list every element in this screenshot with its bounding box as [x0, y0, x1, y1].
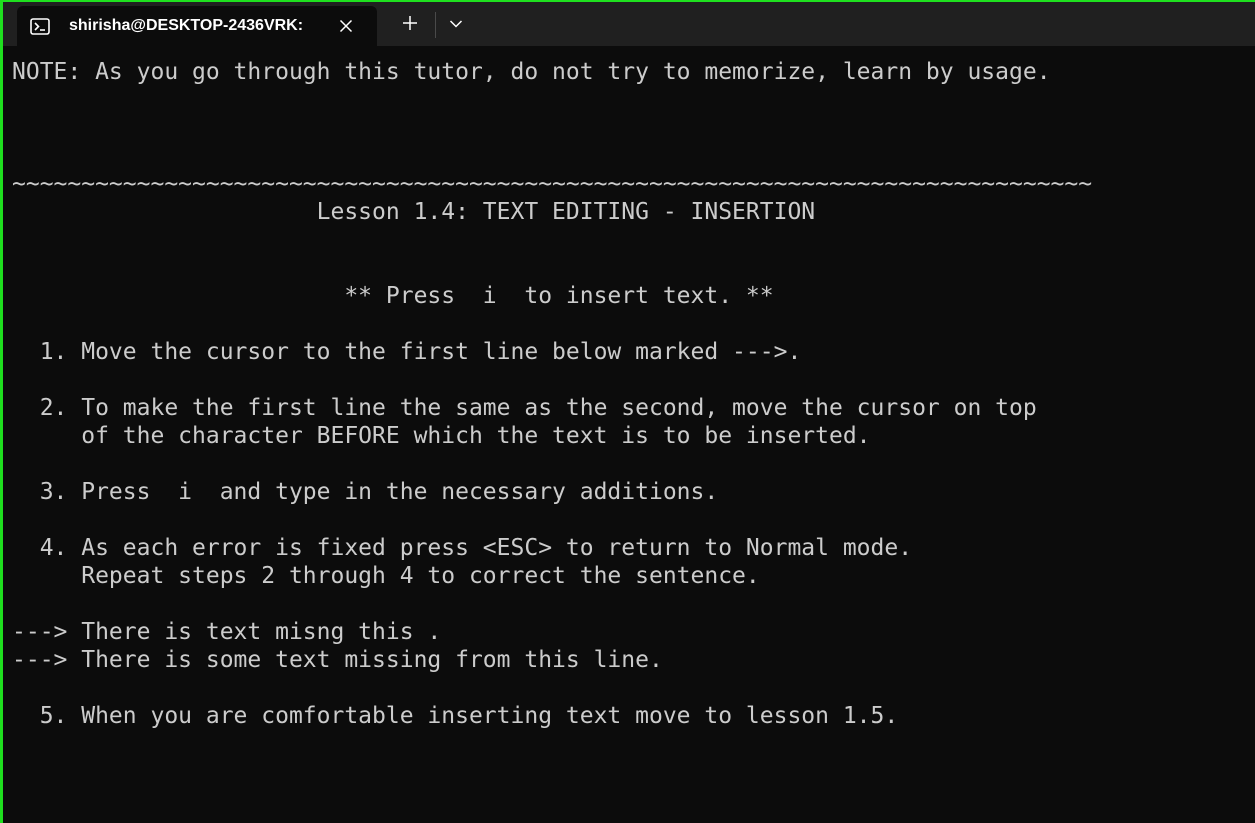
terminal-line: 4. As each error is fixed press <ESC> to… — [12, 535, 913, 561]
terminal-output[interactable]: NOTE: As you go through this tutor, do n… — [12, 58, 1252, 818]
terminal-line: ---> There is some text missing from thi… — [12, 647, 663, 673]
terminal-line: Repeat steps 2 through 4 to correct the … — [12, 563, 760, 589]
tab-terminal[interactable]: shirisha@DESKTOP-2436VRK: — [17, 6, 377, 46]
terminal-window: shirisha@DESKTOP-2436VRK: NOTE: As you g… — [0, 0, 1255, 823]
terminal-icon — [29, 17, 51, 35]
terminal-line: NOTE: As you go through this tutor, do n… — [12, 59, 1051, 85]
terminal-line: 5. When you are comfortable inserting te… — [12, 703, 899, 729]
terminal-line: 1. Move the cursor to the first line bel… — [12, 339, 802, 365]
terminal-line: ---> There is text misng this . — [12, 619, 442, 645]
terminal-line: of the character BEFORE which the text i… — [12, 423, 871, 449]
tab-title: shirisha@DESKTOP-2436VRK: — [69, 17, 304, 34]
close-icon[interactable] — [337, 17, 355, 35]
new-tab-button[interactable] — [395, 11, 425, 39]
terminal-line: Lesson 1.4: TEXT EDITING - INSERTION — [12, 199, 816, 225]
plus-icon — [402, 15, 418, 36]
terminal-line: 3. Press i and type in the necessary add… — [12, 479, 719, 505]
terminal-line: ** Press i to insert text. ** — [12, 283, 774, 309]
terminal-line: 2. To make the first line the same as th… — [12, 395, 1037, 421]
tab-dropdown-button[interactable] — [443, 11, 469, 39]
tab-bar: shirisha@DESKTOP-2436VRK: — [3, 2, 1255, 46]
terminal-line: ~~~~~~~~~~~~~~~~~~~~~~~~~~~~~~~~~~~~~~~~… — [12, 171, 1093, 197]
tab-separator — [435, 12, 436, 38]
chevron-down-icon — [449, 16, 463, 34]
